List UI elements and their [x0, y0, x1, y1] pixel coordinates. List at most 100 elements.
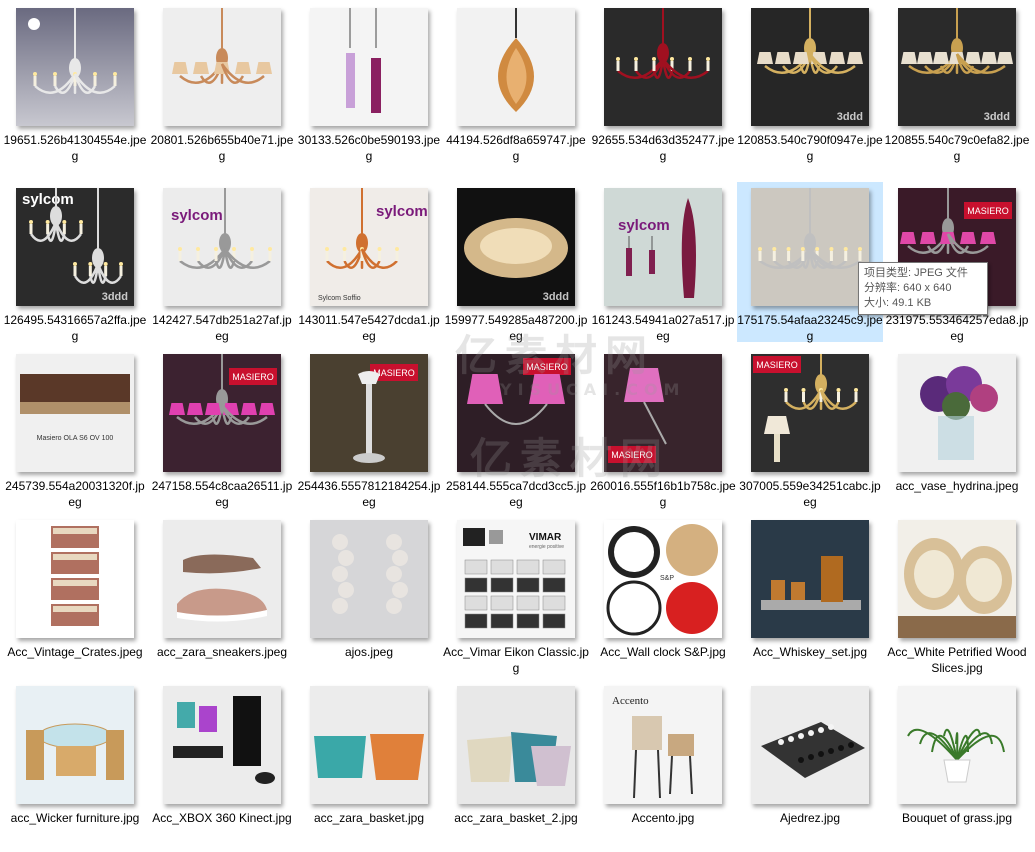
file-name-label[interactable]: 30133.526c0be590193.jpeg: [296, 132, 442, 164]
file-thumbnail[interactable]: MASIERO: [751, 354, 869, 472]
file-name-label[interactable]: 120855.540c79c0efa82.jpeg: [884, 132, 1030, 164]
file-name-label[interactable]: 19651.526b41304554e.jpeg: [2, 132, 148, 164]
file-name-label[interactable]: Acc_Wall clock S&P.jpg: [590, 644, 736, 660]
file-item[interactable]: Acc_Vintage_Crates.jpeg: [2, 514, 148, 674]
file-name-label[interactable]: Acc_White Petrified Wood Slices.jpg: [884, 644, 1030, 676]
file-thumbnail[interactable]: [751, 520, 869, 638]
file-thumbnail[interactable]: [457, 8, 575, 126]
file-name-label[interactable]: 258144.555ca7dcd3cc5.jpeg: [443, 478, 589, 510]
file-item[interactable]: 19651.526b41304554e.jpeg: [2, 2, 148, 164]
file-item[interactable]: MASIERO 258144.555ca7dcd3cc5.jpeg: [443, 348, 589, 510]
file-thumbnail[interactable]: Accento: [604, 686, 722, 804]
file-name-label[interactable]: 120853.540c790f0947e.jpeg: [737, 132, 883, 164]
file-name-label[interactable]: acc_zara_basket.jpg: [296, 810, 442, 826]
file-item[interactable]: 3ddd 120855.540c79c0efa82.jpeg: [884, 2, 1030, 164]
file-name-label[interactable]: acc_Wicker furniture.jpg: [2, 810, 148, 826]
file-item[interactable]: Bouquet of grass.jpg: [884, 680, 1030, 840]
file-item[interactable]: 30133.526c0be590193.jpeg: [296, 2, 442, 164]
file-thumbnail[interactable]: [751, 686, 869, 804]
file-item[interactable]: acc_Wicker furniture.jpg: [2, 680, 148, 840]
file-item[interactable]: Acc_XBOX 360 Kinect.jpg: [149, 680, 295, 840]
file-thumbnail[interactable]: sylcom Sylcom Soffio: [310, 188, 428, 306]
file-item[interactable]: MASIERO 307005.559e34251cabc.jpeg: [737, 348, 883, 510]
file-name-label[interactable]: 143011.547e5427dcda1.jpeg: [296, 312, 442, 344]
file-thumbnail[interactable]: [310, 8, 428, 126]
file-item[interactable]: MASIERO 247158.554c8caa26511.jpeg: [149, 348, 295, 510]
file-item[interactable]: Ajedrez.jpg: [737, 680, 883, 840]
file-item[interactable]: Acc_White Petrified Wood Slices.jpg: [884, 514, 1030, 676]
file-item[interactable]: sylcom 161243.54941a027a517.jpeg: [590, 182, 736, 344]
file-name-label[interactable]: 142427.547db251a27af.jpeg: [149, 312, 295, 344]
file-name-label[interactable]: acc_zara_sneakers.jpeg: [149, 644, 295, 660]
file-name-label[interactable]: ajos.jpeg: [296, 644, 442, 660]
file-thumbnail[interactable]: [898, 354, 1016, 472]
file-thumbnail[interactable]: 3ddd: [898, 8, 1016, 126]
file-thumbnail[interactable]: MASIERO: [604, 354, 722, 472]
file-name-label[interactable]: Ajedrez.jpg: [737, 810, 883, 826]
file-thumbnail[interactable]: 3ddd: [457, 188, 575, 306]
file-name-label[interactable]: Accento.jpg: [590, 810, 736, 826]
file-thumbnail[interactable]: [310, 520, 428, 638]
file-item[interactable]: Acc_Whiskey_set.jpg: [737, 514, 883, 674]
file-item[interactable]: MASIERO 254436.5557812184254.jpeg: [296, 348, 442, 510]
file-thumbnail[interactable]: [163, 520, 281, 638]
file-name-label[interactable]: Acc_Whiskey_set.jpg: [737, 644, 883, 660]
file-item[interactable]: MASIERO 260016.555f16b1b758c.jpeg: [590, 348, 736, 510]
file-name-label[interactable]: 92655.534d63d352477.jpeg: [590, 132, 736, 164]
file-thumbnail[interactable]: [163, 686, 281, 804]
file-item[interactable]: sylcom 142427.547db251a27af.jpeg: [149, 182, 295, 344]
file-name-label[interactable]: 245739.554a20031320f.jpeg: [2, 478, 148, 510]
file-name-label[interactable]: Acc_Vintage_Crates.jpeg: [2, 644, 148, 660]
file-item[interactable]: S&P Acc_Wall clock S&P.jpg: [590, 514, 736, 674]
file-name-label[interactable]: 44194.526df8a659747.jpeg: [443, 132, 589, 164]
file-name-label[interactable]: 126495.54316657a2ffa.jpeg: [2, 312, 148, 344]
file-item[interactable]: acc_zara_basket_2.jpg: [443, 680, 589, 840]
file-item[interactable]: Masiero OLA S6 OV 100 245739.554a20031320…: [2, 348, 148, 510]
file-item[interactable]: sylcom Sylcom Soffio 143011.547e5427dcda1.…: [296, 182, 442, 344]
file-name-label[interactable]: 247158.554c8caa26511.jpeg: [149, 478, 295, 510]
file-item[interactable]: acc_zara_sneakers.jpeg: [149, 514, 295, 674]
file-thumbnail[interactable]: [898, 686, 1016, 804]
file-thumbnail[interactable]: [604, 8, 722, 126]
file-thumbnail[interactable]: MASIERO: [310, 354, 428, 472]
file-thumbnail[interactable]: sylcom: [604, 188, 722, 306]
file-item[interactable]: Accento Accento.jpg: [590, 680, 736, 840]
file-name-label[interactable]: 161243.54941a027a517.jpeg: [590, 312, 736, 344]
file-thumbnail[interactable]: [751, 188, 869, 306]
file-item[interactable]: acc_zara_basket.jpg: [296, 680, 442, 840]
file-name-label[interactable]: 231975.553464257eda8.jpeg: [884, 312, 1030, 344]
file-item[interactable]: 44194.526df8a659747.jpeg: [443, 2, 589, 164]
file-thumbnail[interactable]: [16, 8, 134, 126]
file-item[interactable]: 20801.526b655b40e71.jpeg: [149, 2, 295, 164]
file-thumbnail[interactable]: 3ddd: [751, 8, 869, 126]
file-name-label[interactable]: 20801.526b655b40e71.jpeg: [149, 132, 295, 164]
file-item[interactable]: 92655.534d63d352477.jpeg: [590, 2, 736, 164]
file-thumbnail[interactable]: sylcom 3ddd: [16, 188, 134, 306]
file-thumbnail[interactable]: [310, 686, 428, 804]
file-thumbnail[interactable]: [898, 520, 1016, 638]
file-thumbnail[interactable]: S&P: [604, 520, 722, 638]
file-name-label[interactable]: acc_zara_basket_2.jpg: [443, 810, 589, 826]
file-thumbnail[interactable]: [457, 686, 575, 804]
file-thumbnail[interactable]: sylcom: [163, 188, 281, 306]
file-thumbnail[interactable]: [16, 520, 134, 638]
file-item[interactable]: sylcom 3ddd 126495.54316657a2ffa.jpeg: [2, 182, 148, 344]
file-name-label[interactable]: 260016.555f16b1b758c.jpeg: [590, 478, 736, 510]
file-item[interactable]: acc_vase_hydrina.jpeg: [884, 348, 1030, 508]
file-name-label[interactable]: 159977.549285a487200.jpeg: [443, 312, 589, 344]
file-item[interactable]: 3ddd 159977.549285a487200.jpeg: [443, 182, 589, 344]
file-name-label[interactable]: Acc_Vimar Eikon Classic.jpg: [443, 644, 589, 676]
file-name-label[interactable]: 307005.559e34251cabc.jpeg: [737, 478, 883, 510]
file-item[interactable]: 3ddd 120853.540c790f0947e.jpeg: [737, 2, 883, 164]
file-name-label[interactable]: Bouquet of grass.jpg: [884, 810, 1030, 826]
file-thumbnail[interactable]: [16, 686, 134, 804]
file-thumbnail[interactable]: VIMAR energie positive: [457, 520, 575, 638]
file-name-label[interactable]: 254436.5557812184254.jpeg: [296, 478, 442, 510]
file-thumbnail[interactable]: MASIERO: [457, 354, 575, 472]
file-thumbnail[interactable]: Masiero OLA S6 OV 100: [16, 354, 134, 472]
file-name-label[interactable]: acc_vase_hydrina.jpeg: [884, 478, 1030, 494]
file-name-label[interactable]: 175175.54afaa23245c9.jpeg: [737, 312, 883, 344]
file-item[interactable]: VIMAR energie positive Acc_Vimar Eikon Cla…: [443, 514, 589, 676]
file-thumbnail[interactable]: [163, 8, 281, 126]
file-item[interactable]: ajos.jpeg: [296, 514, 442, 674]
